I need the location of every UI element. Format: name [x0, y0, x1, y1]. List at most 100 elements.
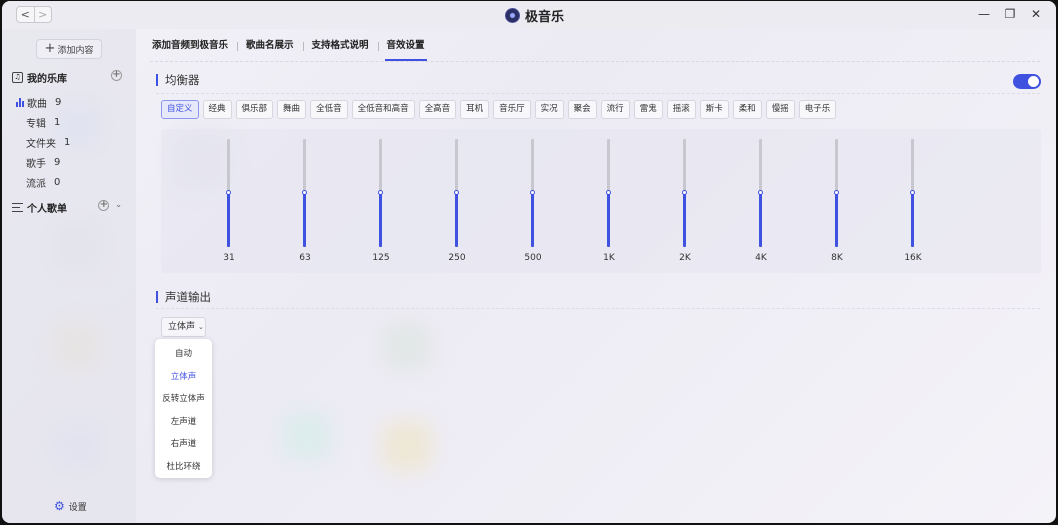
- eq-band-frequency: 500: [524, 253, 542, 263]
- eq-band-slider[interactable]: 1K: [589, 139, 629, 269]
- eq-preset-button[interactable]: 慢摇: [765, 100, 795, 119]
- eq-band-slider[interactable]: 4K: [741, 139, 781, 269]
- slider-fill: [759, 193, 762, 247]
- library-item-count: 9: [55, 96, 62, 108]
- eq-preset-button[interactable]: 流行: [600, 100, 630, 119]
- eq-band-frequency: 31: [223, 253, 235, 263]
- channel-option[interactable]: 反转立体声: [155, 388, 212, 411]
- slider-knob[interactable]: [910, 190, 915, 195]
- eq-band-frequency: 63: [299, 253, 311, 263]
- app-window: < > 极音乐 — ❐ ✕ + 添加内容 ♫ 我的乐库 + 歌曲 9 专辑 1 文件夹 1…: [2, 1, 1056, 523]
- eq-band-slider[interactable]: 63: [285, 139, 325, 269]
- eq-preset-button[interactable]: 斯卡: [699, 100, 729, 119]
- library-item-count: 9: [54, 156, 61, 168]
- eq-band-slider[interactable]: 31: [209, 139, 249, 269]
- eq-band-frequency: 4K: [755, 253, 767, 263]
- app-title-text: 极音乐: [525, 10, 565, 25]
- slider-knob[interactable]: [226, 190, 231, 195]
- channel-dropdown[interactable]: 立体声 ⌄: [161, 317, 206, 337]
- library-header[interactable]: ♫ 我的乐库 +: [12, 69, 130, 85]
- library-item[interactable]: 文件夹 1: [16, 132, 134, 152]
- eq-preset-button[interactable]: 经典: [202, 100, 232, 119]
- tab[interactable]: 歌曲名展示: [237, 39, 303, 61]
- eq-preset-button[interactable]: 俱乐部: [235, 100, 274, 119]
- add-content-button[interactable]: + 添加内容: [36, 39, 102, 59]
- eq-preset-button[interactable]: 全高音: [418, 100, 457, 119]
- slider-fill: [379, 193, 382, 247]
- settings-tabs: 添加音频到极音乐 歌曲名展示 支持格式说明 音效设置: [150, 39, 434, 61]
- plus-icon: +: [44, 41, 56, 56]
- library-item[interactable]: 歌曲 9: [16, 92, 134, 112]
- music-note-icon: ♫: [12, 71, 23, 83]
- gear-icon: ⚙: [54, 499, 65, 513]
- channel-option[interactable]: 自动: [155, 343, 212, 366]
- slider-knob[interactable]: [682, 190, 687, 195]
- eq-band-frequency: 125: [372, 253, 390, 263]
- slider-fill: [531, 193, 534, 247]
- library-item-content: 流派 0: [16, 175, 60, 190]
- minimize-icon[interactable]: —: [978, 7, 990, 21]
- slider-knob[interactable]: [454, 190, 459, 195]
- eq-preset-button[interactable]: 耳机: [460, 100, 490, 119]
- slider-fill: [835, 193, 838, 247]
- library-item[interactable]: 流派 0: [16, 172, 134, 192]
- channel-option[interactable]: 立体声: [155, 366, 212, 389]
- eq-preset-button[interactable]: 实况: [534, 100, 564, 119]
- channel-option[interactable]: 杜比环绕: [155, 456, 212, 479]
- eq-band-slider[interactable]: 8K: [817, 139, 857, 269]
- eq-preset-button[interactable]: 全低音: [310, 100, 348, 119]
- app-logo-icon: [505, 8, 520, 23]
- equalizer-toggle[interactable]: [1013, 74, 1041, 89]
- eq-preset-button[interactable]: 电子乐: [798, 100, 837, 119]
- tab[interactable]: 音效设置: [377, 39, 434, 61]
- eq-band-slider[interactable]: 500: [513, 139, 553, 269]
- playlists-header[interactable]: 个人歌单 + ⌄: [12, 199, 130, 215]
- history-nav: < >: [16, 6, 52, 23]
- eq-band-slider[interactable]: 125: [361, 139, 401, 269]
- restore-icon[interactable]: ❐: [1004, 7, 1016, 21]
- channel-option[interactable]: 左声道: [155, 411, 212, 434]
- title-bar: < > 极音乐 — ❐ ✕: [2, 1, 1056, 29]
- library-item-label: 专辑: [26, 118, 46, 130]
- slider-knob[interactable]: [302, 190, 307, 195]
- eq-band-slider[interactable]: 16K: [893, 139, 933, 269]
- chevron-down-icon[interactable]: ⌄: [115, 200, 122, 211]
- eq-preset-button[interactable]: 全低音和高音: [351, 100, 415, 119]
- eq-preset-button[interactable]: 自定义: [161, 100, 199, 119]
- slider-fill: [303, 193, 306, 247]
- eq-band-slider[interactable]: 250: [437, 139, 477, 269]
- close-icon[interactable]: ✕: [1030, 7, 1042, 21]
- eq-preset-button[interactable]: 柔和: [732, 100, 762, 119]
- section-divider: [156, 308, 1040, 309]
- library-item-label: 文件夹: [26, 138, 56, 150]
- eq-preset-button[interactable]: 音乐厅: [493, 100, 531, 119]
- sidebar: + 添加内容 ♫ 我的乐库 + 歌曲 9 专辑 1 文件夹 1 歌手 9 流派 0 个人歌单 + …: [2, 29, 136, 523]
- settings-button[interactable]: ⚙ 设置: [54, 499, 87, 513]
- add-circle-icon[interactable]: +: [111, 70, 122, 81]
- slider-knob[interactable]: [834, 190, 839, 195]
- eq-preset-button[interactable]: 聚会: [567, 100, 597, 119]
- forward-icon[interactable]: >: [33, 7, 52, 22]
- channel-option[interactable]: 右声道: [155, 433, 212, 456]
- library-item-label: 流派: [26, 178, 46, 190]
- tab[interactable]: 添加音频到极音乐: [150, 39, 237, 61]
- tab[interactable]: 支持格式说明: [302, 39, 378, 61]
- equalizer-title: 均衡器: [156, 74, 200, 86]
- library-item-count: 1: [54, 116, 61, 128]
- eq-preset-button[interactable]: 摇滚: [666, 100, 696, 119]
- section-divider: [156, 93, 1040, 94]
- add-playlist-icon[interactable]: +: [98, 200, 110, 211]
- slider-knob[interactable]: [530, 190, 535, 195]
- eq-preset-button[interactable]: 雷鬼: [633, 100, 663, 119]
- eq-band-frequency: 2K: [679, 253, 691, 263]
- channel-output-title: 声道输出: [156, 291, 211, 303]
- slider-fill: [911, 193, 914, 247]
- eq-preset-button[interactable]: 舞曲: [277, 100, 307, 119]
- back-icon[interactable]: <: [17, 7, 34, 22]
- slider-knob[interactable]: [378, 190, 383, 195]
- library-item[interactable]: 专辑 1: [16, 112, 134, 132]
- library-item[interactable]: 歌手 9: [16, 152, 134, 172]
- slider-knob[interactable]: [758, 190, 763, 195]
- eq-band-slider[interactable]: 2K: [665, 139, 705, 269]
- slider-knob[interactable]: [606, 190, 611, 195]
